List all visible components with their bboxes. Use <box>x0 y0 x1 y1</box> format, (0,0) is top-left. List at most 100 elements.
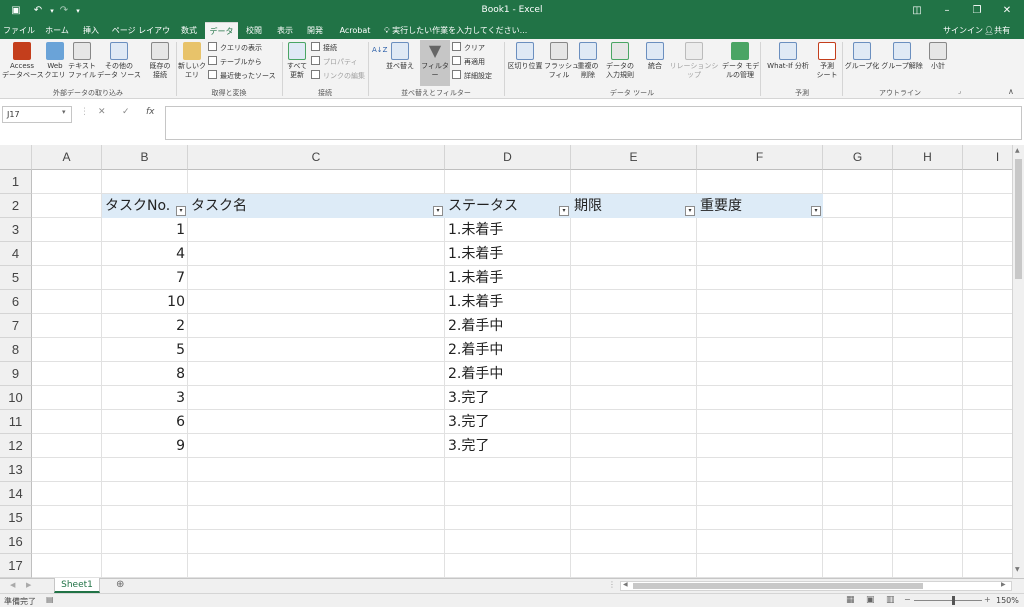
access-database-button[interactable]: Access データベース <box>2 42 44 80</box>
column-header[interactable]: G <box>823 145 893 170</box>
table-header-cell[interactable]: タスク名 ▾ <box>188 194 445 218</box>
scroll-down-icon[interactable]: ▼ <box>1015 566 1020 573</box>
scroll-right-icon[interactable]: ▶ <box>1001 581 1006 588</box>
task-number-cell[interactable]: 5 <box>102 338 188 362</box>
task-number-cell[interactable]: 10 <box>102 290 188 314</box>
task-number-cell[interactable]: 2 <box>102 314 188 338</box>
from-table-button[interactable]: テーブルから <box>208 56 262 67</box>
tell-me-box[interactable]: 💡︎ 実行したい作業を入力してください... <box>384 22 527 39</box>
row-header[interactable]: 11 <box>0 410 32 434</box>
row-header[interactable]: 1 <box>0 170 32 194</box>
filter-button[interactable]: ▼ フィルター <box>420 40 450 86</box>
row-header[interactable]: 17 <box>0 554 32 578</box>
status-cell[interactable]: 1.未着手 <box>448 266 568 290</box>
what-if-button[interactable]: What-If 分析 <box>762 42 814 71</box>
zoom-out-icon[interactable]: − <box>904 595 911 604</box>
flash-fill-button[interactable]: フラッシュ フィル <box>544 42 579 80</box>
existing-connections-button[interactable]: 既存の 接続 <box>146 42 174 80</box>
refresh-all-button[interactable]: すべて 更新 <box>284 42 310 80</box>
vertical-scrollbar[interactable]: ▲ ▼ <box>1012 145 1024 578</box>
forecast-sheet-button[interactable]: 予測 シート <box>814 42 840 80</box>
text-file-button[interactable]: テキスト ファイル <box>68 42 96 80</box>
column-header[interactable]: H <box>893 145 963 170</box>
relationships-button[interactable]: リレーションシップ <box>668 42 720 80</box>
tab-view[interactable]: 表示 <box>272 22 298 39</box>
ungroup-button[interactable]: グループ解除 <box>880 42 924 71</box>
task-number-cell[interactable]: 4 <box>102 242 188 266</box>
tab-formulas[interactable]: 数式 <box>176 22 202 39</box>
page-break-view-icon[interactable]: ▥ <box>886 595 895 605</box>
zoom-slider-thumb[interactable] <box>952 596 955 605</box>
tab-home[interactable]: ホーム <box>40 22 74 39</box>
select-all-corner[interactable] <box>0 145 32 170</box>
row-header[interactable]: 6 <box>0 290 32 314</box>
ribbon-display-options-icon[interactable]: ◫ <box>906 2 928 20</box>
maximize-icon[interactable]: ❐ <box>966 2 988 20</box>
scrollbar-thumb[interactable] <box>1015 159 1022 279</box>
macro-record-icon[interactable]: ▤ <box>46 595 54 604</box>
row-header[interactable]: 12 <box>0 434 32 458</box>
scroll-up-icon[interactable]: ▲ <box>1015 147 1020 154</box>
properties-button[interactable]: プロパティ <box>311 56 358 67</box>
column-header[interactable]: A <box>32 145 102 170</box>
status-cell[interactable]: 2.着手中 <box>448 362 568 386</box>
tab-review[interactable]: 校閲 <box>241 22 267 39</box>
horizontal-scrollbar-thumb[interactable] <box>633 583 923 589</box>
edit-links-button[interactable]: リンクの編集 <box>311 70 365 81</box>
tab-developer[interactable]: 開発 <box>302 22 328 39</box>
data-validation-button[interactable]: データの 入力規則 <box>602 42 638 80</box>
horizontal-scrollbar[interactable]: ◀ ▶ <box>620 581 1012 591</box>
tab-page-layout[interactable]: ページ レイアウト <box>108 22 174 52</box>
row-header[interactable]: 7 <box>0 314 32 338</box>
insert-function-icon[interactable]: fx <box>146 107 155 117</box>
column-header[interactable]: B <box>102 145 188 170</box>
filter-dropdown-icon[interactable]: ▾ <box>176 206 186 216</box>
row-header[interactable]: 13 <box>0 458 32 482</box>
group-button[interactable]: グループ化 <box>844 42 880 71</box>
row-header[interactable]: 3 <box>0 218 32 242</box>
status-cell[interactable]: 3.完了 <box>448 410 568 434</box>
status-cell[interactable]: 2.着手中 <box>448 338 568 362</box>
dialog-launcher-icon[interactable]: ⌟ <box>958 87 961 95</box>
table-header-cell[interactable]: タスクNo. ▾ <box>102 194 188 218</box>
tab-acrobat[interactable]: Acrobat <box>334 22 376 39</box>
row-header[interactable]: 5 <box>0 266 32 290</box>
recent-sources-button[interactable]: 最近使ったソース <box>208 70 276 81</box>
data-model-button[interactable]: データ モデ ルの管理 <box>722 42 759 80</box>
tab-file[interactable]: ファイル <box>2 22 36 39</box>
table-header-cell[interactable]: ステータス ▾ <box>445 194 571 218</box>
task-number-cell[interactable]: 9 <box>102 434 188 458</box>
column-header[interactable]: F <box>697 145 823 170</box>
signin-link[interactable]: サインイン <box>943 22 983 39</box>
prev-sheet-icon[interactable]: ◀ <box>10 581 15 589</box>
web-query-button[interactable]: Web クエリ <box>44 42 66 80</box>
row-header[interactable]: 8 <box>0 338 32 362</box>
formula-input[interactable] <box>165 106 1022 140</box>
collapse-ribbon-icon[interactable]: ∧ <box>1008 87 1014 96</box>
row-header[interactable]: 10 <box>0 386 32 410</box>
status-cell[interactable]: 1.未着手 <box>448 242 568 266</box>
task-number-cell[interactable]: 6 <box>102 410 188 434</box>
sheet-tab-sheet1[interactable]: Sheet1 <box>54 578 100 593</box>
row-header[interactable]: 16 <box>0 530 32 554</box>
normal-view-icon[interactable]: ▦ <box>846 595 855 605</box>
share-button[interactable]: 👤︎共有 <box>984 22 1010 39</box>
minimize-icon[interactable]: – <box>936 2 958 20</box>
column-header[interactable]: C <box>188 145 445 170</box>
remove-duplicates-button[interactable]: 重複の 削除 <box>574 42 602 80</box>
row-header[interactable]: 15 <box>0 506 32 530</box>
scroll-left-icon[interactable]: ◀ <box>623 581 628 588</box>
page-layout-view-icon[interactable]: ▣ <box>866 595 875 605</box>
zoom-in-icon[interactable]: + <box>984 595 991 604</box>
enter-icon[interactable]: ✓ <box>122 107 130 117</box>
filter-dropdown-icon[interactable]: ▾ <box>433 206 443 216</box>
task-number-cell[interactable]: 3 <box>102 386 188 410</box>
status-cell[interactable]: 1.未着手 <box>448 290 568 314</box>
worksheet-grid[interactable]: A B C D E F G H I 1 2 3 4 5 6 7 8 9 10 11 12 13 14 15 1… <box>0 145 1024 578</box>
column-header[interactable]: D <box>445 145 571 170</box>
zoom-slider[interactable] <box>914 600 982 601</box>
sort-filter-dropdown-icon[interactable]: ▾ <box>559 206 569 216</box>
text-to-columns-button[interactable]: 区切り位置 <box>506 42 544 71</box>
new-query-button[interactable]: 新しいク エリ <box>178 42 206 80</box>
tab-insert[interactable]: 挿入 <box>78 22 104 39</box>
